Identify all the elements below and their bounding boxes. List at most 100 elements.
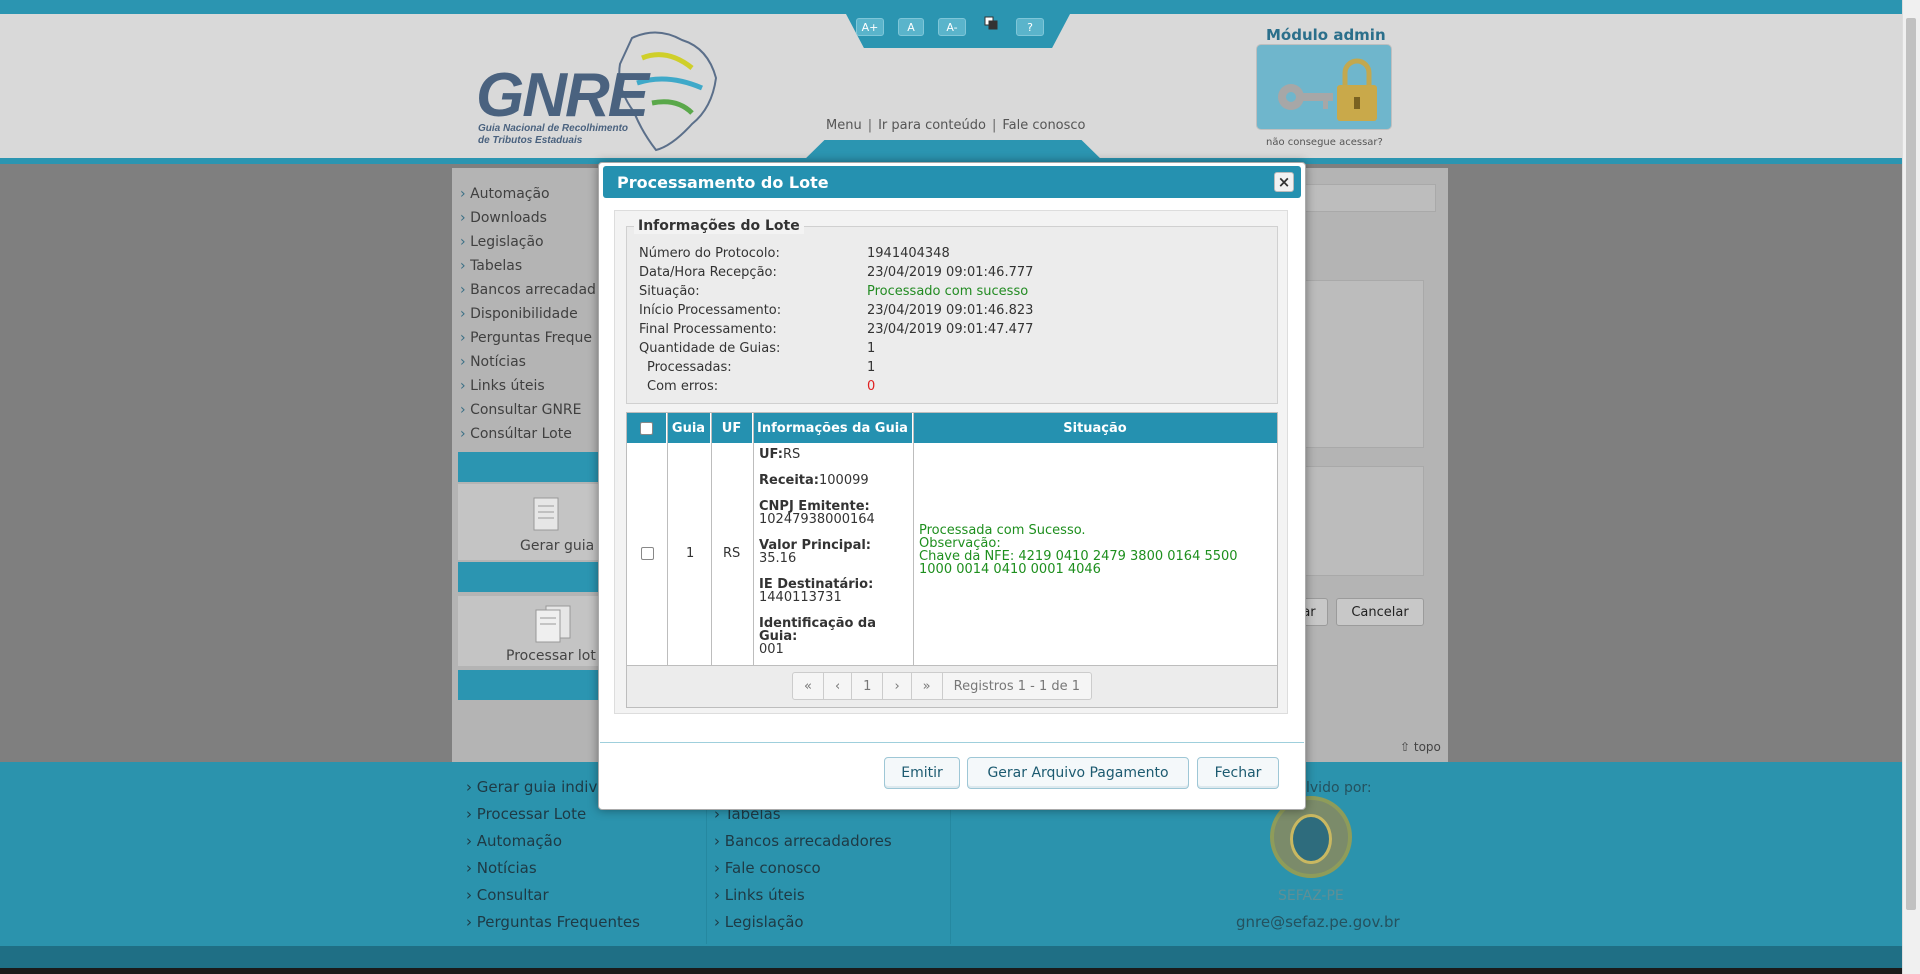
footer-bottom <box>0 946 1902 970</box>
admin-help-link[interactable]: não consegue acessar? <box>1266 137 1383 148</box>
info-ie-value: 1440113731 <box>759 590 842 605</box>
help-button[interactable]: ? <box>1016 18 1044 36</box>
footer-link-legislacao[interactable]: Legislação <box>714 913 804 931</box>
sidebar-wave <box>458 452 598 482</box>
contrast-icon[interactable] <box>984 16 998 30</box>
info-ident-value: 001 <box>759 642 784 657</box>
sidebar-wave-2 <box>458 562 598 592</box>
background-panel-2 <box>1302 466 1424 576</box>
sidebar-item-disponibilidade[interactable]: Disponibilidade <box>460 306 578 322</box>
protocol-label: Número do Protocolo: <box>639 246 780 261</box>
footer-link-processar-lote[interactable]: Processar Lote <box>466 805 586 823</box>
sidebar-item-perguntas[interactable]: Perguntas Freque <box>460 330 592 346</box>
fechar-button[interactable]: Fechar <box>1197 757 1279 789</box>
gnre-logo-subtitle: Guia Nacional de Recolhimento de Tributo… <box>478 123 628 147</box>
pager-first-button[interactable]: « <box>793 673 824 699</box>
back-to-top-link[interactable]: ⇧ topo <box>1400 740 1441 754</box>
select-all-checkbox[interactable] <box>640 421 653 435</box>
documents-icon <box>532 604 576 648</box>
bottom-strip <box>0 968 1920 974</box>
row-guide-info: UF:RS Receita:100099 CNPJ Emitente: 10247… <box>759 448 911 656</box>
pager-page-1[interactable]: 1 <box>852 673 884 699</box>
footer-link-gerar-guia[interactable]: Gerar guia indiv <box>466 778 598 796</box>
logo-subtitle-line2: de Tributos Estaduais <box>478 135 583 146</box>
org-label: SEFAZ-PE <box>1278 888 1344 904</box>
footer-link-perguntas[interactable]: Perguntas Frequentes <box>466 913 640 931</box>
batch-info-legend: Informações do Lote <box>634 218 804 234</box>
footer-link-links-uteis[interactable]: Links úteis <box>714 886 805 904</box>
info-ident-label: Identificação da Guia: <box>759 616 877 644</box>
close-icon[interactable]: × <box>1274 172 1294 192</box>
gerar-arquivo-pagamento-button[interactable]: Gerar Arquivo Pagamento <box>967 757 1189 789</box>
footer-link-fale-conosco[interactable]: Fale conosco <box>714 859 821 877</box>
background-cancel-button[interactable]: Cancelar <box>1336 598 1424 626</box>
sidebar-item-automacao[interactable]: Automação <box>460 186 550 202</box>
table-header-info: Informações da Guia <box>753 413 913 443</box>
status-value: Processado com sucesso <box>867 284 1029 299</box>
footer-link-noticias[interactable]: Notícias <box>466 859 537 877</box>
document-icon <box>532 496 562 536</box>
sefaz-seal-inner <box>1290 814 1332 864</box>
developed-by-label: lvido por: <box>1306 780 1372 796</box>
process-batch-card[interactable]: Processar lot <box>458 596 598 666</box>
sidebar-item-bancos[interactable]: Bancos arrecadad <box>460 282 596 298</box>
sidebar-item-downloads[interactable]: Downloads <box>460 210 547 226</box>
processed-label: Processadas: <box>647 360 732 375</box>
font-reset-button[interactable]: A <box>898 18 924 36</box>
pager-next-button[interactable]: › <box>883 673 912 699</box>
pagination: « ‹ 1 › » Registros 1 - 1 de 1 <box>792 672 1093 700</box>
background-field <box>1302 184 1436 212</box>
pager-records-label: Registros 1 - 1 de 1 <box>953 678 1081 694</box>
sidebar-item-links[interactable]: Links úteis <box>460 378 545 394</box>
row-situacao: Processada com Sucesso. Observação: Chav… <box>919 524 1279 576</box>
admin-module-title: Módulo admin <box>1266 26 1386 44</box>
col-divider <box>711 413 712 665</box>
errors-value: 0 <box>867 379 876 394</box>
quantity-label: Quantidade de Guias: <box>639 341 781 356</box>
info-valor-value: 35.16 <box>759 551 797 566</box>
font-decrease-button[interactable]: A- <box>938 18 966 36</box>
status-label: Situação: <box>639 284 700 299</box>
sidebar-item-consultar-gnre[interactable]: Consultar GNRE <box>460 402 581 418</box>
sidebar-item-noticias[interactable]: Notícias <box>460 354 526 370</box>
pager-last-button[interactable]: » <box>912 673 943 699</box>
sidebar-wave-3 <box>458 670 598 700</box>
key-lock-icon <box>1278 58 1377 121</box>
row-uf: RS <box>723 546 741 561</box>
sidebar-item-consultar-lote[interactable]: Consúltar Lote <box>460 426 572 442</box>
admin-login-button[interactable] <box>1256 44 1392 130</box>
start-value: 23/04/2019 09:01:46.823 <box>867 303 1034 318</box>
scrollbar-thumb[interactable] <box>1906 18 1916 910</box>
info-receita-value: 100099 <box>819 473 869 488</box>
sidebar-item-legislacao[interactable]: Legislação <box>460 234 544 250</box>
col-divider <box>913 413 914 665</box>
generate-guide-card[interactable]: Gerar guia <box>458 484 598 560</box>
contact-email[interactable]: gnre@sefaz.pe.gov.br <box>1236 913 1400 931</box>
skip-to-content-link[interactable]: Ir para conteúdo <box>878 118 986 133</box>
font-increase-button[interactable]: A+ <box>856 18 884 36</box>
footer-link-automacao[interactable]: Automação <box>466 832 562 850</box>
menu-link[interactable]: Menu <box>826 118 862 133</box>
contact-link[interactable]: Fale conosco <box>1002 118 1085 133</box>
end-value: 23/04/2019 09:01:47.477 <box>867 322 1034 337</box>
table-header-guia: Guia <box>667 413 711 443</box>
footer-link-consultar[interactable]: Consultar <box>466 886 549 904</box>
quantity-value: 1 <box>867 341 876 356</box>
row-checkbox[interactable] <box>641 547 654 560</box>
logo-subtitle-line1: Guia Nacional de Recolhimento <box>478 123 629 134</box>
background-panel <box>1302 280 1424 448</box>
table-header-uf: UF <box>711 413 753 443</box>
info-uf-label: UF: <box>759 447 783 462</box>
start-label: Início Processamento: <box>639 303 782 318</box>
emitir-button[interactable]: Emitir <box>884 757 960 789</box>
col-divider <box>667 413 668 665</box>
process-batch-label: Processar lot <box>506 648 596 664</box>
header-links: Menu | Ir para conteúdo | Fale conosco <box>826 118 1086 133</box>
situacao-line-4: 1000 0014 0410 0001 4046 <box>919 562 1101 577</box>
topo-label: topo <box>1413 740 1441 754</box>
pager-prev-button[interactable]: ‹ <box>824 673 853 699</box>
errors-label: Com erros: <box>647 379 719 394</box>
row-divider <box>627 665 1277 666</box>
footer-link-bancos[interactable]: Bancos arrecadadores <box>714 832 892 850</box>
sidebar-item-tabelas[interactable]: Tabelas <box>460 258 522 274</box>
